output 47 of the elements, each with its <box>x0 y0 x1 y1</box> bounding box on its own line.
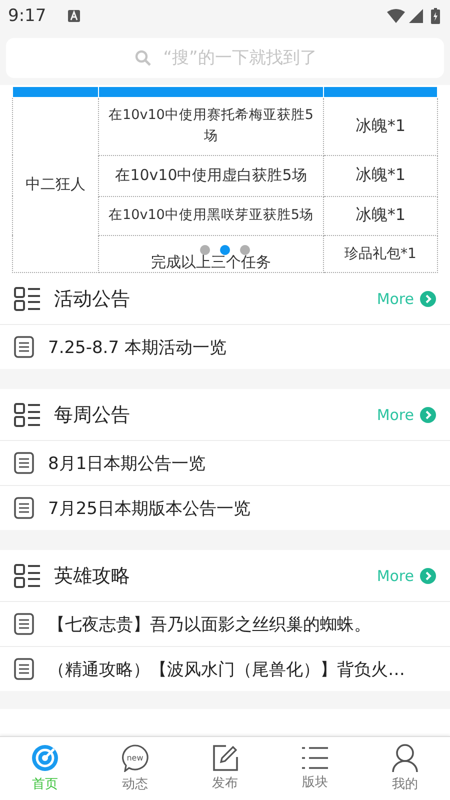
table-cell: 冰魄*1 <box>324 196 438 235</box>
battery-icon <box>431 8 440 24</box>
chevron-circle-icon <box>420 290 436 306</box>
tab-button[interactable]: new 动态 <box>90 737 180 800</box>
search-field[interactable]: “搜”的一下就找到了 <box>6 38 444 78</box>
signal-icon <box>409 9 423 23</box>
table-cell: 珍品礼包*1 <box>324 235 438 272</box>
table-cell: 在10v10中使用黑咲芽亚获胜5场 <box>98 196 324 235</box>
document-icon <box>14 658 34 680</box>
section-title: 每周公告 <box>54 402 131 428</box>
table-cell: 在10v10中使用虚白获胜5场 <box>98 155 324 196</box>
document-icon <box>14 613 34 635</box>
table-cell: 中二狂人 <box>12 97 98 272</box>
carousel-dot[interactable] <box>220 245 230 255</box>
news-item[interactable]: 7.25-8.7 本期活动一览 <box>0 325 450 369</box>
user-icon <box>392 744 418 772</box>
table-cell: 冰魄*1 <box>324 155 438 196</box>
carousel-dot[interactable] <box>240 245 250 255</box>
carousel-dot[interactable] <box>200 245 210 255</box>
banner-image[interactable]: 中二狂人 在10v10中使用赛托希梅亚获胜5场 冰魄*1 在10v10中使用虚白获胜5场 冰魄*1 在10v10中使用黑咲芽亚获胜5场 冰魄*1 完成以上三个任务 珍品礼包*1 <box>0 85 450 272</box>
list-icon <box>14 564 40 588</box>
tab-button[interactable]: 版块 <box>270 737 360 800</box>
document-icon <box>14 336 34 358</box>
list-icon <box>14 402 40 426</box>
list-icon <box>302 746 328 770</box>
table-cell: 冰魄*1 <box>324 97 438 155</box>
news-item[interactable]: （精通攻略）【波风水门（尾兽化）】背负火… <box>0 647 450 691</box>
edit-icon <box>212 745 238 771</box>
news-item[interactable]: 7月25日本期版本公告一览 <box>0 486 450 530</box>
document-icon <box>14 452 34 474</box>
document-icon <box>14 497 34 519</box>
wifi-icon <box>387 9 405 23</box>
chevron-circle-icon <box>420 406 436 422</box>
table-cell: 在10v10中使用赛托希梅亚获胜5场 <box>98 97 324 155</box>
section-title: 英雄攻略 <box>54 564 131 588</box>
chevron-circle-icon <box>420 568 436 584</box>
clock-time: 9:17 <box>8 6 46 26</box>
chat-bubble-icon: new <box>121 744 149 772</box>
target-icon <box>31 744 59 772</box>
list-icon <box>14 286 40 310</box>
notification-icon <box>68 10 80 22</box>
search-icon <box>135 50 151 66</box>
tab-button[interactable]: 我的 <box>360 737 450 800</box>
news-item[interactable]: 8月1日本期公告一览 <box>0 441 450 486</box>
section-title: 活动公告 <box>54 286 131 312</box>
tab-button[interactable]: 发布 <box>180 737 270 800</box>
news-item[interactable]: 【七夜志贵】吾乃以面影之丝织巢的蜘蛛。 <box>0 602 450 647</box>
